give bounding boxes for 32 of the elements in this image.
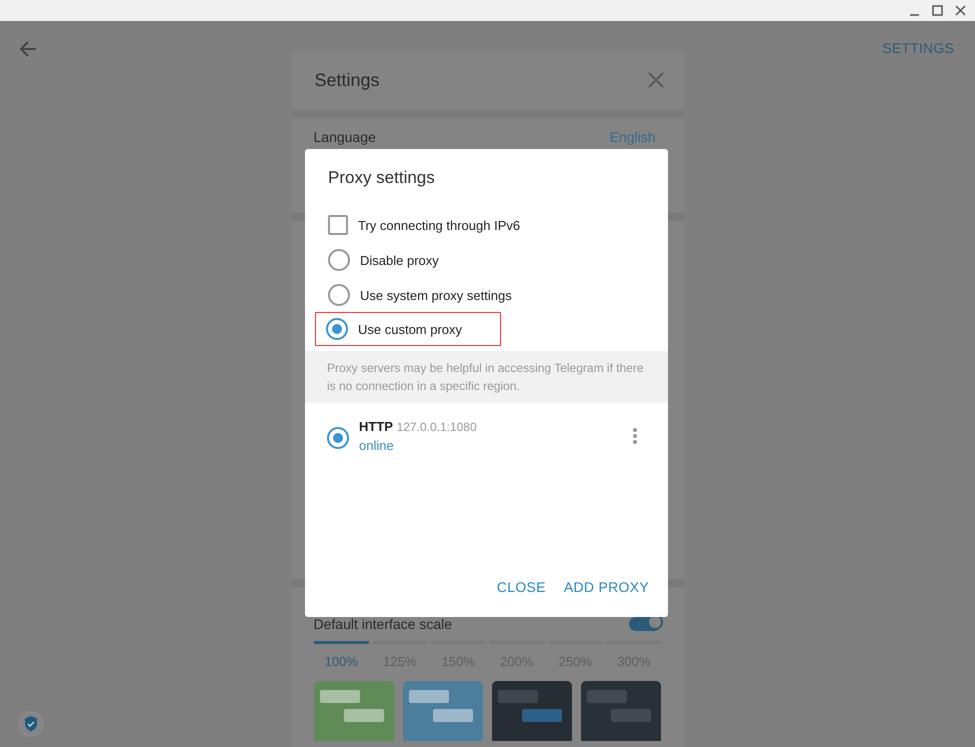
radio-button[interactable] xyxy=(328,284,350,306)
option-label[interactable]: Try connecting through IPv6 xyxy=(358,218,520,232)
maximize-icon[interactable] xyxy=(931,4,944,17)
panel-title: Settings xyxy=(314,70,380,90)
close-icon[interactable] xyxy=(954,4,967,17)
theme-preview[interactable] xyxy=(492,681,572,741)
radio-button[interactable] xyxy=(328,249,350,271)
option-label[interactable]: Disable proxy xyxy=(360,252,439,268)
option-label[interactable]: Use system proxy settings xyxy=(360,288,512,302)
proxy-type: HTTP xyxy=(359,419,393,434)
scale-option[interactable]: 100% xyxy=(314,641,369,669)
back-arrow-icon[interactable] xyxy=(18,39,38,59)
theme-preview[interactable] xyxy=(580,681,660,741)
proxy-address: 127.0.0.1:1080 xyxy=(396,420,477,434)
option-label[interactable]: Use custom proxy xyxy=(358,322,462,336)
settings-link[interactable]: SETTINGS xyxy=(882,40,954,56)
info-note: Proxy servers may be helpful in accessing Telegram if there is no connection in a specific region. xyxy=(305,351,668,403)
radio-button[interactable] xyxy=(326,318,348,340)
proxy-status: online xyxy=(359,438,395,453)
scale-label: Default interface scale xyxy=(314,616,452,632)
language-value[interactable]: English xyxy=(610,129,656,145)
dialog-title: Proxy settings xyxy=(327,167,436,189)
theme-preview[interactable] xyxy=(314,681,394,741)
more-icon[interactable] xyxy=(632,427,638,445)
toggle-switch[interactable] xyxy=(628,617,660,631)
close-button[interactable]: CLOSE xyxy=(490,573,553,601)
language-label: Language xyxy=(314,129,376,145)
shield-icon[interactable] xyxy=(18,711,44,737)
theme-preview[interactable] xyxy=(402,681,482,741)
add-proxy-button[interactable]: ADD PROXY xyxy=(556,573,656,601)
radio-button[interactable] xyxy=(327,427,349,449)
checkbox[interactable] xyxy=(328,215,348,235)
